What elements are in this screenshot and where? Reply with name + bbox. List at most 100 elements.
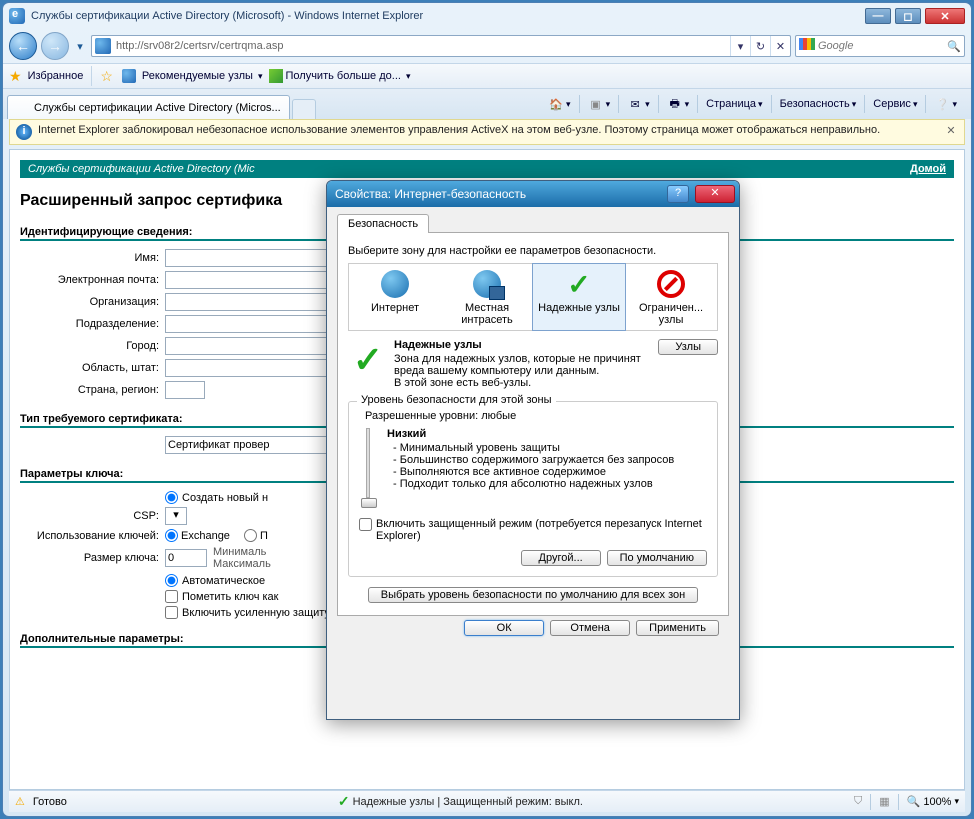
protected-mode-icon[interactable]: ⛉ bbox=[854, 795, 862, 808]
intranet-icon bbox=[473, 270, 501, 298]
zone-instruction: Выберите зону для настройки ее параметро… bbox=[348, 245, 718, 257]
close-button[interactable]: ✕ bbox=[925, 8, 965, 24]
recommended-label: Рекомендуемые узлы bbox=[142, 70, 253, 82]
status-zone[interactable]: Надежные узлы | Защищенный режим: выкл. bbox=[353, 796, 583, 808]
level-group-legend: Уровень безопасности для этой зоны bbox=[357, 394, 556, 406]
zone-restricted[interactable]: Ограничен... узлы bbox=[625, 264, 717, 330]
nav-history-dropdown[interactable]: ▾ bbox=[73, 40, 87, 53]
address-bar[interactable]: http://srv08r2/certsrv/certrqma.asp ▾ ↻ … bbox=[91, 35, 791, 57]
dialog-close-button[interactable]: ✕ bbox=[695, 185, 735, 203]
print-button[interactable]: 🖶 bbox=[663, 94, 694, 114]
label-unit: Подразделение: bbox=[20, 318, 165, 330]
warning-close-button[interactable]: ✕ bbox=[944, 124, 958, 138]
label-org: Организация: bbox=[20, 296, 165, 308]
cert-header-title: Службы сертификации Active Directory (Mi… bbox=[28, 163, 910, 175]
home-button[interactable]: 🏠 bbox=[544, 94, 575, 114]
command-bar: 🏠 ▣ ✉ 🖶 Страница Безопасность Сервис ❔ bbox=[538, 89, 967, 119]
forward-button[interactable]: → bbox=[41, 32, 69, 60]
google-icon bbox=[799, 38, 815, 54]
cert-type-select[interactable] bbox=[165, 436, 345, 454]
security-slider[interactable] bbox=[359, 428, 377, 508]
input-state[interactable] bbox=[165, 359, 345, 377]
default-level-button[interactable]: По умолчанию bbox=[607, 550, 707, 566]
protected-mode-label: Включить защищенный режим (потребуется п… bbox=[376, 518, 707, 542]
status-ready: Готово bbox=[33, 796, 67, 808]
back-button[interactable]: ← bbox=[9, 32, 37, 60]
zone-trusted[interactable]: ✓ Надежные узлы bbox=[532, 263, 626, 331]
input-city[interactable] bbox=[165, 337, 345, 355]
tab-content: Выберите зону для настройки ее параметро… bbox=[337, 233, 729, 616]
level-item-1: - Большинство содержимого загружается бе… bbox=[393, 454, 707, 466]
recommended-sites[interactable]: Рекомендуемые узлы bbox=[119, 69, 263, 83]
zone-internet[interactable]: Интернет bbox=[349, 264, 441, 330]
ok-button[interactable]: ОК bbox=[464, 620, 544, 636]
security-menu[interactable]: Безопасность bbox=[776, 96, 861, 112]
ie-small-icon bbox=[122, 69, 136, 83]
input-key-size[interactable] bbox=[165, 549, 207, 567]
titlebar: Службы сертификации Active Directory (Mi… bbox=[3, 3, 971, 29]
new-tab-button[interactable] bbox=[292, 99, 316, 119]
radio-auto-container[interactable] bbox=[165, 574, 178, 587]
popup-blocker-icon[interactable]: ▦ bbox=[879, 795, 889, 808]
input-country[interactable] bbox=[165, 381, 205, 399]
apply-button[interactable]: Применить bbox=[636, 620, 719, 636]
radio-signature[interactable] bbox=[244, 529, 257, 542]
favorites-label[interactable]: Избранное bbox=[28, 70, 84, 82]
tab-title: Службы сертификации Active Directory (Mi… bbox=[34, 102, 281, 114]
refresh-button[interactable]: ↻ bbox=[750, 36, 770, 56]
security-level-group: Уровень безопасности для этой зоны Разре… bbox=[348, 401, 718, 577]
home-link[interactable]: Домой bbox=[910, 163, 946, 175]
info-icon: i bbox=[16, 124, 32, 140]
search-button[interactable]: 🔍 bbox=[944, 40, 964, 53]
favorites-star-icon[interactable]: ★ bbox=[9, 68, 22, 85]
navbar: ← → ▾ http://srv08r2/certsrv/certrqma.as… bbox=[3, 29, 971, 63]
sites-button[interactable]: Узлы bbox=[658, 339, 718, 355]
search-box[interactable]: Google 🔍 bbox=[795, 35, 965, 57]
addr-dropdown[interactable]: ▾ bbox=[730, 36, 750, 56]
dialog-title: Свойства: Интернет-безопасность bbox=[335, 187, 661, 201]
zone-intranet[interactable]: Местная интрасеть bbox=[441, 264, 533, 330]
feeds-button[interactable]: ▣ bbox=[584, 94, 615, 114]
maximize-button[interactable]: ◻ bbox=[895, 8, 921, 24]
mail-icon: ✉ bbox=[627, 96, 643, 112]
activex-warning-bar[interactable]: i Internet Explorer заблокировал небезоп… bbox=[9, 119, 965, 145]
label-exchange: Exchange bbox=[181, 530, 230, 542]
input-name[interactable] bbox=[165, 249, 345, 267]
globe-icon bbox=[381, 270, 409, 298]
page-menu[interactable]: Страница bbox=[702, 96, 766, 112]
radio-exchange[interactable] bbox=[165, 529, 178, 542]
fav-add-icon[interactable]: ☆ bbox=[100, 68, 113, 85]
label-p: П bbox=[260, 530, 268, 542]
ie-icon bbox=[9, 8, 25, 24]
cert-header: Службы сертификации Active Directory (Mi… bbox=[20, 160, 954, 178]
level-item-3: - Подходит только для абсолютно надежных… bbox=[393, 478, 707, 490]
radio-create-new-key[interactable] bbox=[165, 491, 178, 504]
url-text[interactable]: http://srv08r2/certsrv/certrqma.asp bbox=[114, 40, 730, 52]
reset-all-zones-button[interactable]: Выбрать уровень безопасности по умолчани… bbox=[368, 587, 698, 603]
zoom-control[interactable]: 🔍 100% ▾ bbox=[907, 795, 959, 808]
warning-text: Internet Explorer заблокировал небезопас… bbox=[38, 124, 938, 136]
minimize-button[interactable]: — bbox=[865, 8, 891, 24]
custom-level-button[interactable]: Другой... bbox=[521, 550, 601, 566]
chk-strong-protection[interactable] bbox=[165, 606, 178, 619]
check-icon: ✓ bbox=[567, 268, 590, 301]
input-org[interactable] bbox=[165, 293, 345, 311]
help-button[interactable]: ❔ bbox=[930, 94, 961, 114]
chk-protected-mode[interactable] bbox=[359, 518, 372, 531]
stop-button[interactable]: ✕ bbox=[770, 36, 790, 56]
browser-tab[interactable]: Службы сертификации Active Directory (Mi… bbox=[7, 95, 290, 119]
tab-security[interactable]: Безопасность bbox=[337, 214, 429, 233]
label-create-new: Создать новый н bbox=[182, 492, 268, 504]
cancel-button[interactable]: Отмена bbox=[550, 620, 630, 636]
tools-menu[interactable]: Сервис bbox=[869, 96, 921, 112]
csp-select[interactable]: ▾ bbox=[165, 507, 187, 525]
mail-button[interactable]: ✉ bbox=[623, 94, 654, 114]
get-more-addons[interactable]: Получить больше до... bbox=[269, 69, 411, 83]
input-unit[interactable] bbox=[165, 315, 345, 333]
page-icon bbox=[95, 38, 111, 54]
input-email[interactable] bbox=[165, 271, 345, 289]
dialog-titlebar[interactable]: Свойства: Интернет-безопасность ? ✕ bbox=[327, 181, 739, 207]
dialog-help-button[interactable]: ? bbox=[667, 185, 689, 203]
chk-mark-exportable[interactable] bbox=[165, 590, 178, 603]
status-icon: ⚠ bbox=[15, 795, 25, 808]
